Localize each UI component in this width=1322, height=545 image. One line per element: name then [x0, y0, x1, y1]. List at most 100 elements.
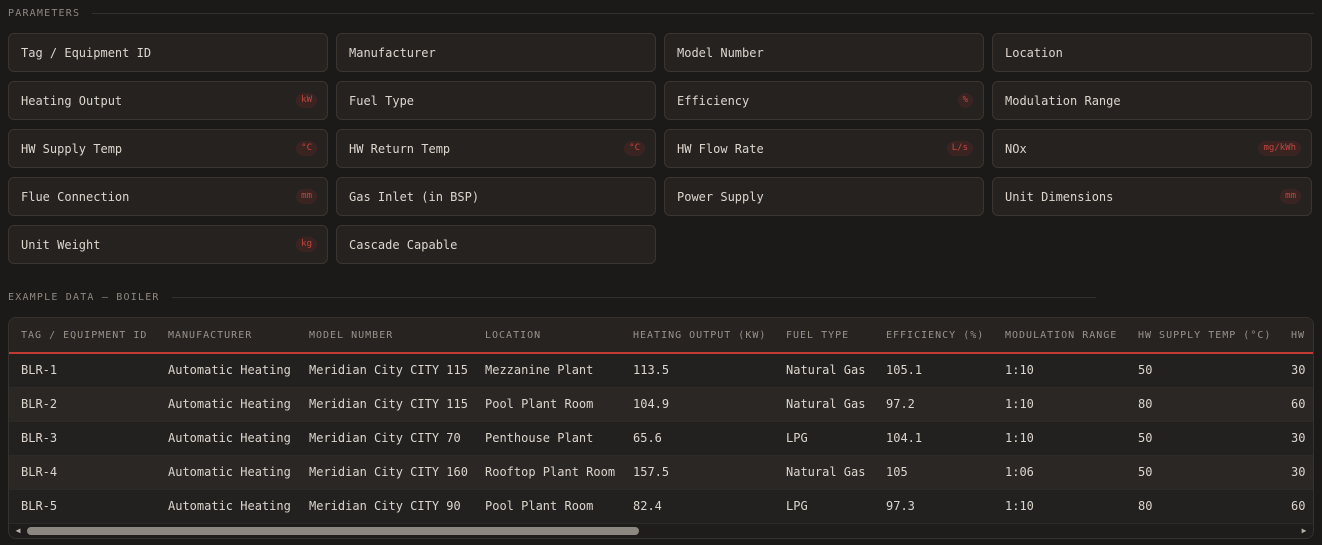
table-cell: Automatic Heating	[168, 363, 291, 378]
parameter-label: Modulation Range	[1005, 93, 1121, 108]
table-row[interactable]: BLR-1 Automatic Heating Meridian City CITY…	[9, 353, 1313, 387]
parameter-label: NOx	[1005, 141, 1027, 156]
table-cell: 1:10	[1005, 431, 1034, 445]
horizontal-scrollbar[interactable]: ◀ ▶	[9, 524, 1313, 538]
parameter-card[interactable]: Flue Connection mm	[8, 177, 328, 216]
unit-badge: mg/kWh	[1258, 141, 1301, 156]
table-row[interactable]: BLR-4 Automatic Heating Meridian City CITY…	[9, 455, 1313, 489]
parameter-card[interactable]: Modulation Range	[992, 81, 1312, 120]
parameter-label: Tag / Equipment ID	[21, 45, 152, 60]
parameters-grid: Tag / Equipment ID Manufacturer Model Numb…	[8, 33, 1312, 264]
table-cell: Automatic Heating	[168, 397, 291, 411]
table-cell: Natural Gas	[786, 465, 866, 479]
table-cell: Rooftop Plant Room	[485, 465, 616, 479]
column-header[interactable]: FUEL TYPE	[774, 318, 874, 354]
table-cell: 1:10	[1005, 397, 1034, 411]
parameter-label: HW Supply Temp	[21, 141, 123, 156]
table-cell: 80	[1138, 397, 1153, 411]
parameter-card[interactable]: Unit Weight kg	[8, 225, 328, 264]
parameter-card[interactable]: Gas Inlet (in BSP)	[336, 177, 656, 216]
table-cell: 82.4	[633, 499, 662, 513]
unit-badge: %	[957, 93, 973, 108]
parameter-card[interactable]: HW Flow Rate L/s	[664, 129, 984, 168]
unit-badge: °C	[296, 141, 317, 156]
parameter-label: Flue Connection	[21, 189, 130, 204]
table-header-row: TAG / EQUIPMENT ID MANUFACTURER MODEL NUMB…	[9, 318, 1313, 354]
parameter-card[interactable]: Location	[992, 33, 1312, 72]
unit-badge: mm	[296, 189, 317, 204]
table-cell: Mezzanine Plant	[485, 363, 594, 378]
scroll-left-icon[interactable]: ◀	[11, 524, 25, 538]
table-cell: Automatic Heating	[168, 431, 291, 445]
parameter-card[interactable]: Power Supply	[664, 177, 984, 216]
column-header[interactable]: HEATING OUTPUT (KW)	[621, 318, 774, 354]
table-cell: BLR-3	[21, 431, 58, 445]
column-header[interactable]: HW SUPPLY TEMP (°C)	[1126, 318, 1279, 354]
divider	[92, 13, 1314, 14]
table-cell: Natural Gas	[786, 363, 866, 378]
parameter-card[interactable]: NOx mg/kWh	[992, 129, 1312, 168]
column-header[interactable]: EFFICIENCY (%)	[874, 318, 993, 354]
parameter-label: Cascade Capable	[349, 237, 458, 252]
table-cell: 60	[1291, 499, 1306, 513]
table-row[interactable]: BLR-3 Automatic Heating Meridian City CITY…	[9, 421, 1313, 455]
table-cell: 97.3	[886, 499, 915, 513]
parameter-label: Model Number	[677, 45, 764, 60]
parameter-card[interactable]: HW Return Temp °C	[336, 129, 656, 168]
parameter-card[interactable]: Unit Dimensions mm	[992, 177, 1312, 216]
table-cell: LPG	[786, 499, 808, 513]
column-header[interactable]: LOCATION	[473, 318, 621, 354]
table-cell: Meridian City CITY 115	[309, 397, 468, 411]
parameter-card[interactable]: Cascade Capable	[336, 225, 656, 264]
parameter-label: Gas Inlet (in BSP)	[349, 189, 480, 204]
unit-badge: mm	[1280, 189, 1301, 204]
table-cell: 97.2	[886, 397, 915, 411]
unit-badge: kW	[296, 93, 317, 108]
table-row[interactable]: BLR-5 Automatic Heating Meridian City CITY…	[9, 489, 1313, 523]
table-cell: 1:10	[1005, 363, 1034, 378]
table-cell: 65.6	[633, 431, 662, 445]
table-cell: Meridian City CITY 70	[309, 431, 461, 445]
column-header[interactable]: TAG / EQUIPMENT ID	[9, 318, 156, 354]
table-cell: BLR-1	[21, 363, 58, 378]
parameter-label: HW Return Temp	[349, 141, 451, 156]
table-cell: BLR-4	[21, 465, 58, 479]
parameter-label: Unit Dimensions	[1005, 189, 1114, 204]
table-cell: 30	[1291, 465, 1306, 479]
table-cell: LPG	[786, 431, 808, 445]
parameter-label: Heating Output	[21, 93, 123, 108]
parameter-card[interactable]: Heating Output kW	[8, 81, 328, 120]
parameter-card[interactable]: HW Supply Temp °C	[8, 129, 328, 168]
unit-badge: °C	[624, 141, 645, 156]
parameter-card[interactable]: Fuel Type	[336, 81, 656, 120]
parameter-label: Efficiency	[677, 93, 750, 108]
parameter-card[interactable]: Efficiency%	[664, 81, 984, 120]
table-cell: 50	[1138, 431, 1153, 445]
table-cell: 157.5	[633, 465, 670, 479]
table-row[interactable]: BLR-2 Automatic Heating Meridian City CITY…	[9, 387, 1313, 421]
column-header[interactable]: MODULATION RANGE	[993, 318, 1126, 354]
table-cell: 50	[1138, 465, 1153, 479]
parameter-label: Manufacturer	[349, 45, 436, 60]
parameter-card[interactable]: Manufacturer	[336, 33, 656, 72]
scroll-right-icon[interactable]: ▶	[1297, 524, 1311, 538]
table-cell: Meridian City CITY 160	[309, 465, 468, 479]
parameter-card[interactable]: Model Number	[664, 33, 984, 72]
table-cell: Natural Gas	[786, 397, 866, 411]
column-header[interactable]: MANUFACTURER	[156, 318, 297, 354]
table-cell: BLR-2	[21, 397, 58, 411]
example-heading: EXAMPLE DATA — BOILER	[8, 292, 1096, 303]
unit-badge: L/s	[946, 141, 973, 156]
scrollbar-thumb[interactable]	[27, 527, 639, 535]
column-header[interactable]: HW	[1279, 318, 1313, 354]
table-cell: 30	[1291, 363, 1306, 378]
parameters-heading: PARAMETERS	[8, 8, 1314, 19]
parameter-card[interactable]: Tag / Equipment ID	[8, 33, 328, 72]
parameter-label: Fuel Type	[349, 93, 415, 108]
column-header[interactable]: MODEL NUMBER	[297, 318, 473, 354]
table-cell: BLR-5	[21, 499, 58, 513]
table-cell: 105	[886, 465, 908, 479]
unit-badge: kg	[296, 237, 317, 252]
table-cell: Pool Plant Room	[485, 499, 594, 513]
table-cell: Penthouse Plant	[485, 431, 594, 445]
